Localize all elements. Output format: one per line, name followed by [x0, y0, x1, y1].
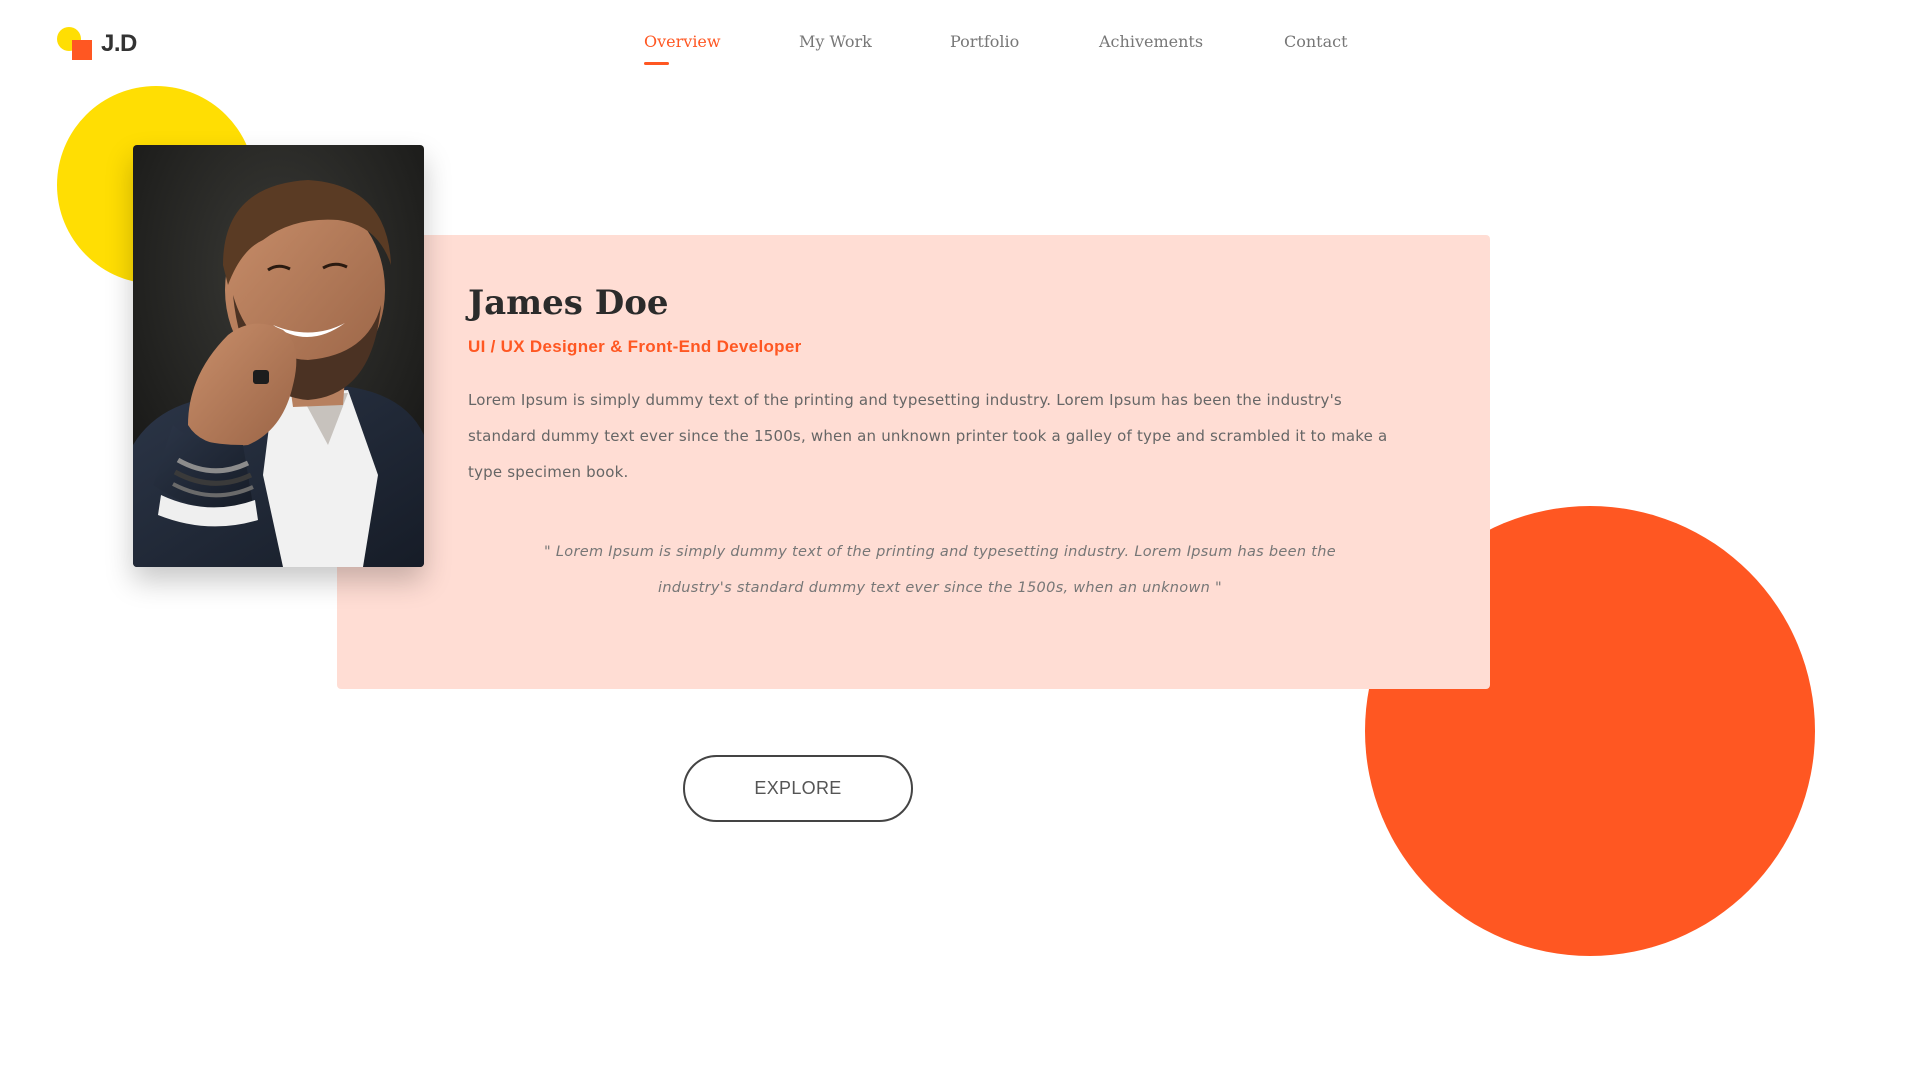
profile-quote: " Lorem Ipsum is simply dummy text of th…: [544, 544, 1336, 596]
profile-name: James Doe: [468, 283, 669, 323]
logo[interactable]: J.D: [57, 27, 147, 63]
explore-button[interactable]: EXPLORE: [683, 755, 913, 822]
profile-role: UI / UX Designer & Front-End Developer: [468, 337, 802, 356]
nav-item-my-work[interactable]: My Work: [799, 32, 872, 51]
nav-item-overview[interactable]: Overview: [644, 32, 721, 51]
nav-item-portfolio[interactable]: Portfolio: [950, 32, 1019, 51]
nav-item-contact[interactable]: Contact: [1284, 32, 1348, 51]
nav-item-achivements[interactable]: Achivements: [1099, 32, 1203, 51]
logo-square-icon: [72, 40, 92, 60]
nav-active-indicator: [644, 62, 669, 65]
profile-bio: Lorem Ipsum is simply dummy text of the …: [468, 391, 1388, 481]
logo-text: J.D: [101, 30, 137, 57]
profile-photo: [133, 145, 424, 567]
